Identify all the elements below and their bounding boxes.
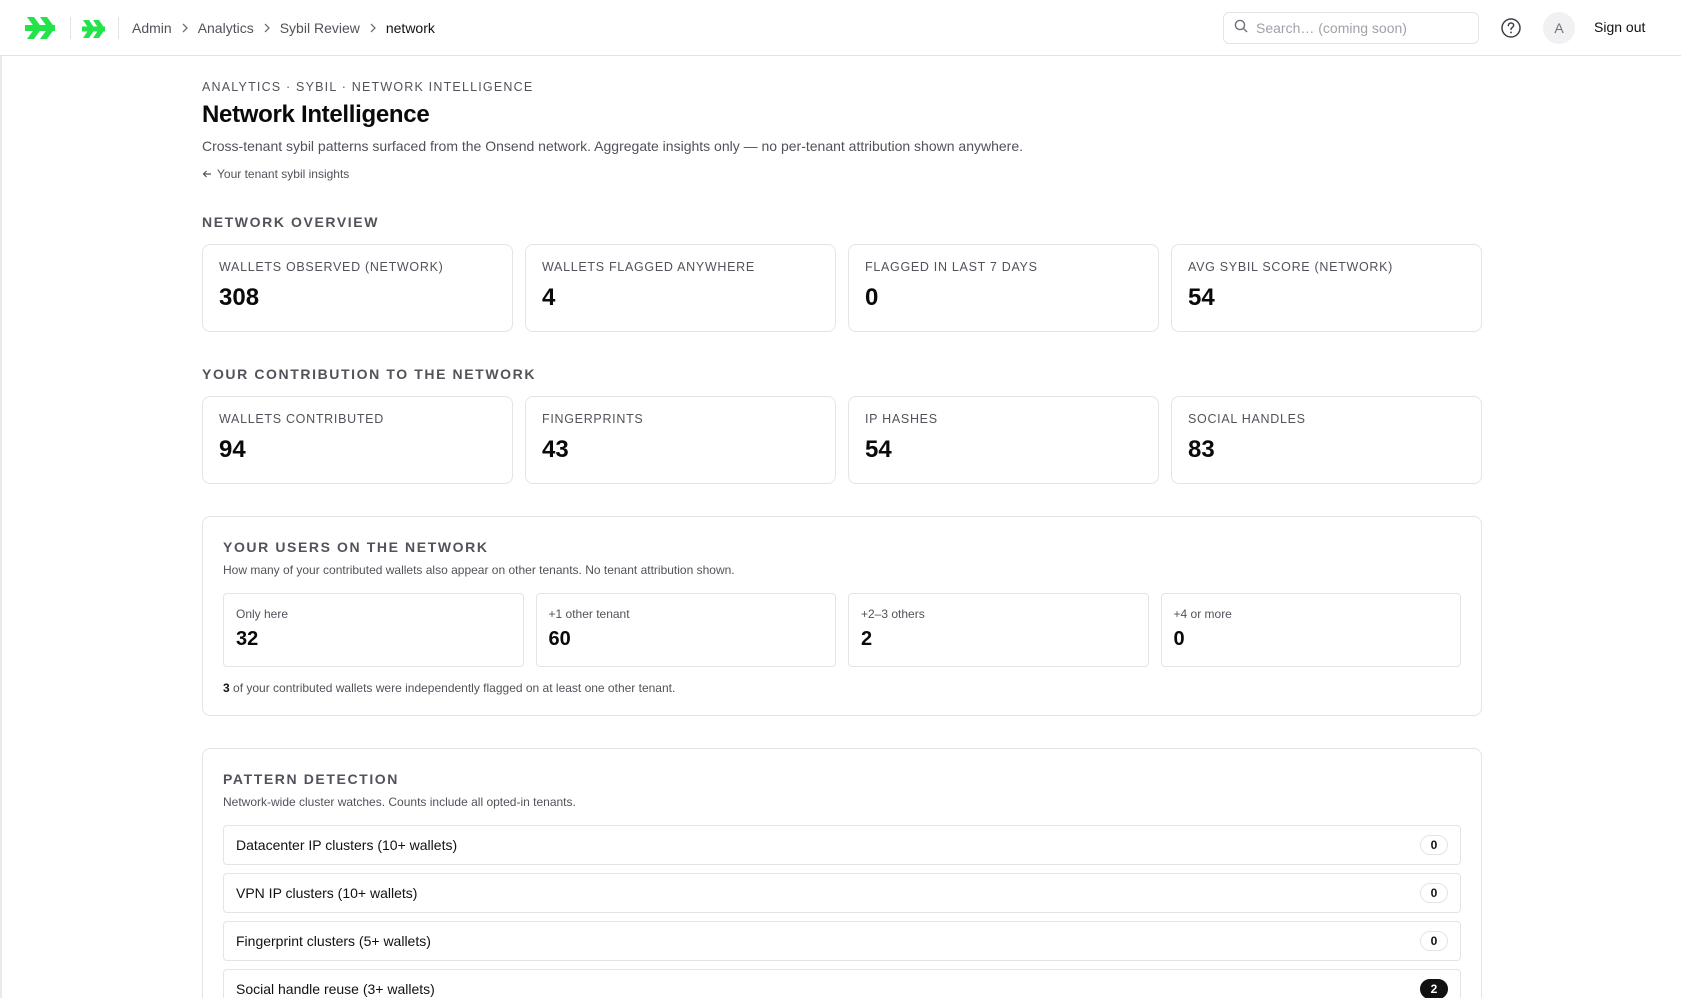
bucket-value: 0	[1173, 628, 1185, 650]
help-icon[interactable]	[1500, 17, 1522, 39]
stat-card-fingerprints: FINGERPRINTS 43	[525, 396, 836, 484]
stat-label: IP HASHES	[865, 412, 938, 426]
bucket-label: +4 or more	[1173, 607, 1232, 621]
pattern-item-vpn-ip[interactable]: VPN IP clusters (10+ wallets) 0	[223, 873, 1461, 913]
pattern-label: Fingerprint clusters (5+ wallets)	[236, 933, 431, 949]
bucket-label: +1 other tenant	[548, 607, 630, 621]
pattern-label: VPN IP clusters (10+ wallets)	[236, 885, 418, 901]
users-on-network-subtitle: How many of your contributed wallets als…	[223, 563, 735, 577]
stat-value: 83	[1188, 436, 1215, 463]
breadcrumb-admin[interactable]: Admin	[132, 20, 172, 36]
search-icon	[1234, 19, 1248, 38]
stat-card-ip-hashes: IP HASHES 54	[848, 396, 1159, 484]
sidebar-edge	[0, 56, 2, 998]
chevron-right-icon	[181, 23, 189, 33]
contribution-stats: WALLETS CONTRIBUTED 94 FINGERPRINTS 43 I…	[202, 396, 1482, 484]
search-box[interactable]	[1223, 12, 1479, 44]
network-overview-stats: WALLETS OBSERVED (NETWORK) 308 WALLETS F…	[202, 244, 1482, 332]
network-overview-heading: NETWORK OVERVIEW	[202, 214, 380, 230]
breadcrumb-sybil-review[interactable]: Sybil Review	[280, 20, 360, 36]
bucket-value: 60	[548, 628, 571, 650]
flagged-elsewhere-note: 3 of your contributed wallets were indep…	[223, 681, 675, 695]
arrow-left-icon	[202, 170, 211, 178]
stat-card-wallets-contributed: WALLETS CONTRIBUTED 94	[202, 396, 513, 484]
count-badge: 2	[1420, 979, 1448, 998]
bucket-label: +2–3 others	[861, 607, 925, 621]
pattern-detection-heading: PATTERN DETECTION	[223, 771, 400, 787]
topbar-divider	[118, 17, 119, 39]
stat-label: WALLETS OBSERVED (NETWORK)	[219, 260, 444, 274]
breadcrumb-analytics[interactable]: Analytics	[198, 20, 254, 36]
users-on-network-panel: YOUR USERS ON THE NETWORK How many of yo…	[202, 516, 1482, 716]
stat-label: WALLETS FLAGGED ANYWHERE	[542, 260, 755, 274]
pattern-item-social-handle[interactable]: Social handle reuse (3+ wallets) 2	[223, 969, 1461, 998]
flagged-count: 3	[223, 681, 230, 695]
pattern-label: Social handle reuse (3+ wallets)	[236, 981, 435, 997]
bucket-four-or-more: +4 or more 0	[1160, 593, 1461, 667]
stat-label: FINGERPRINTS	[542, 412, 644, 426]
bucket-value: 2	[861, 628, 873, 650]
stat-value: 4	[542, 284, 556, 311]
chevron-right-icon	[263, 23, 271, 33]
count-badge: 0	[1420, 931, 1448, 951]
stat-value: 54	[865, 436, 892, 463]
top-bar: Admin Analytics Sybil Review network A S…	[0, 0, 1681, 56]
pattern-detection-subtitle: Network-wide cluster watches. Counts inc…	[223, 795, 576, 809]
pattern-item-datacenter-ip[interactable]: Datacenter IP clusters (10+ wallets) 0	[223, 825, 1461, 865]
stat-card-avg-sybil-score: AVG SYBIL SCORE (NETWORK) 54	[1171, 244, 1482, 332]
pattern-item-fingerprint[interactable]: Fingerprint clusters (5+ wallets) 0	[223, 921, 1461, 961]
avatar[interactable]: A	[1543, 12, 1575, 44]
page-eyebrow: ANALYTICS · SYBIL · NETWORK INTELLIGENCE	[202, 80, 534, 94]
pattern-label: Datacenter IP clusters (10+ wallets)	[236, 837, 458, 853]
page-title: Network Intelligence	[202, 101, 430, 128]
stat-label: FLAGGED IN LAST 7 DAYS	[865, 260, 1038, 274]
stat-card-wallets-observed: WALLETS OBSERVED (NETWORK) 308	[202, 244, 513, 332]
brand-logo-icon[interactable]	[25, 16, 59, 40]
bucket-one-other: +1 other tenant 60	[535, 593, 836, 667]
flagged-text: of your contributed wallets were indepen…	[229, 681, 676, 695]
stat-value: 43	[542, 436, 569, 463]
stat-label: AVG SYBIL SCORE (NETWORK)	[1188, 260, 1394, 274]
back-link-label: Your tenant sybil insights	[217, 167, 350, 181]
topbar-divider	[70, 17, 71, 39]
sign-out-button[interactable]: Sign out	[1594, 19, 1645, 35]
stat-card-flagged-7-days: FLAGGED IN LAST 7 DAYS 0	[848, 244, 1159, 332]
stat-card-wallets-flagged: WALLETS FLAGGED ANYWHERE 4	[525, 244, 836, 332]
breadcrumb: Admin Analytics Sybil Review network	[132, 18, 435, 38]
stat-card-social-handles: SOCIAL HANDLES 83	[1171, 396, 1482, 484]
users-on-network-heading: YOUR USERS ON THE NETWORK	[223, 539, 489, 555]
count-badge: 0	[1420, 883, 1448, 903]
bucket-two-three-others: +2–3 others 2	[848, 593, 1149, 667]
stat-value: 308	[219, 284, 260, 311]
count-badge: 0	[1420, 835, 1448, 855]
stat-value: 94	[219, 436, 246, 463]
search-input[interactable]	[1256, 20, 1476, 36]
overlap-buckets: Only here 32 +1 other tenant 60 +2–3 oth…	[223, 593, 1461, 667]
app-switcher-icon[interactable]	[82, 16, 108, 40]
stat-label: SOCIAL HANDLES	[1188, 412, 1306, 426]
chevron-right-icon	[369, 23, 377, 33]
stat-value: 0	[865, 284, 879, 311]
stat-value: 54	[1188, 284, 1215, 311]
back-link[interactable]: Your tenant sybil insights	[202, 167, 349, 181]
pattern-detection-panel: PATTERN DETECTION Network-wide cluster w…	[202, 748, 1482, 998]
page-subtitle: Cross-tenant sybil patterns surfaced fro…	[202, 138, 1023, 154]
bucket-only-here: Only here 32	[223, 593, 524, 667]
stat-label: WALLETS CONTRIBUTED	[219, 412, 384, 426]
bucket-label: Only here	[236, 607, 289, 621]
breadcrumb-current: network	[385, 20, 435, 36]
contribution-heading: YOUR CONTRIBUTION TO THE NETWORK	[202, 366, 537, 382]
bucket-value: 32	[236, 628, 259, 650]
